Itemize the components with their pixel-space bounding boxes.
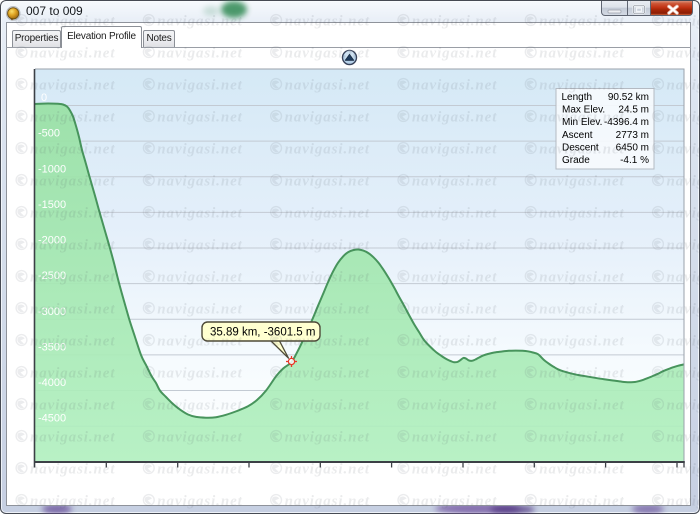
svg-text:-500: -500 [38, 128, 60, 140]
svg-text:90.52 km: 90.52 km [608, 92, 649, 103]
svg-text:-1000: -1000 [38, 163, 66, 175]
svg-text:-3000: -3000 [38, 306, 66, 318]
svg-text:-2000: -2000 [38, 235, 66, 247]
svg-text:Ascent: Ascent [562, 130, 593, 141]
svg-text:Grade: Grade [562, 155, 590, 166]
svg-text:6450 m: 6450 m [616, 142, 649, 153]
svg-text:0: 0 [41, 92, 47, 104]
svg-text:-4000: -4000 [38, 377, 66, 389]
svg-text:Min Elev.: Min Elev. [562, 117, 602, 128]
svg-text:24.5 m: 24.5 m [618, 105, 649, 116]
svg-text:2773 m: 2773 m [616, 130, 649, 141]
svg-text:-4500: -4500 [38, 413, 66, 425]
svg-text:-1500: -1500 [38, 199, 66, 211]
svg-text:-2500: -2500 [38, 270, 66, 282]
svg-text:Max Elev.: Max Elev. [562, 105, 605, 116]
svg-text:-4.1 %: -4.1 % [620, 155, 649, 166]
svg-text:Length: Length [562, 92, 593, 103]
svg-text:35.89 km, -3601.5 m: 35.89 km, -3601.5 m [210, 327, 315, 339]
svg-text:Descent: Descent [562, 142, 599, 153]
svg-text:-3500: -3500 [38, 341, 66, 353]
svg-text:-4396.4 m: -4396.4 m [604, 117, 649, 128]
